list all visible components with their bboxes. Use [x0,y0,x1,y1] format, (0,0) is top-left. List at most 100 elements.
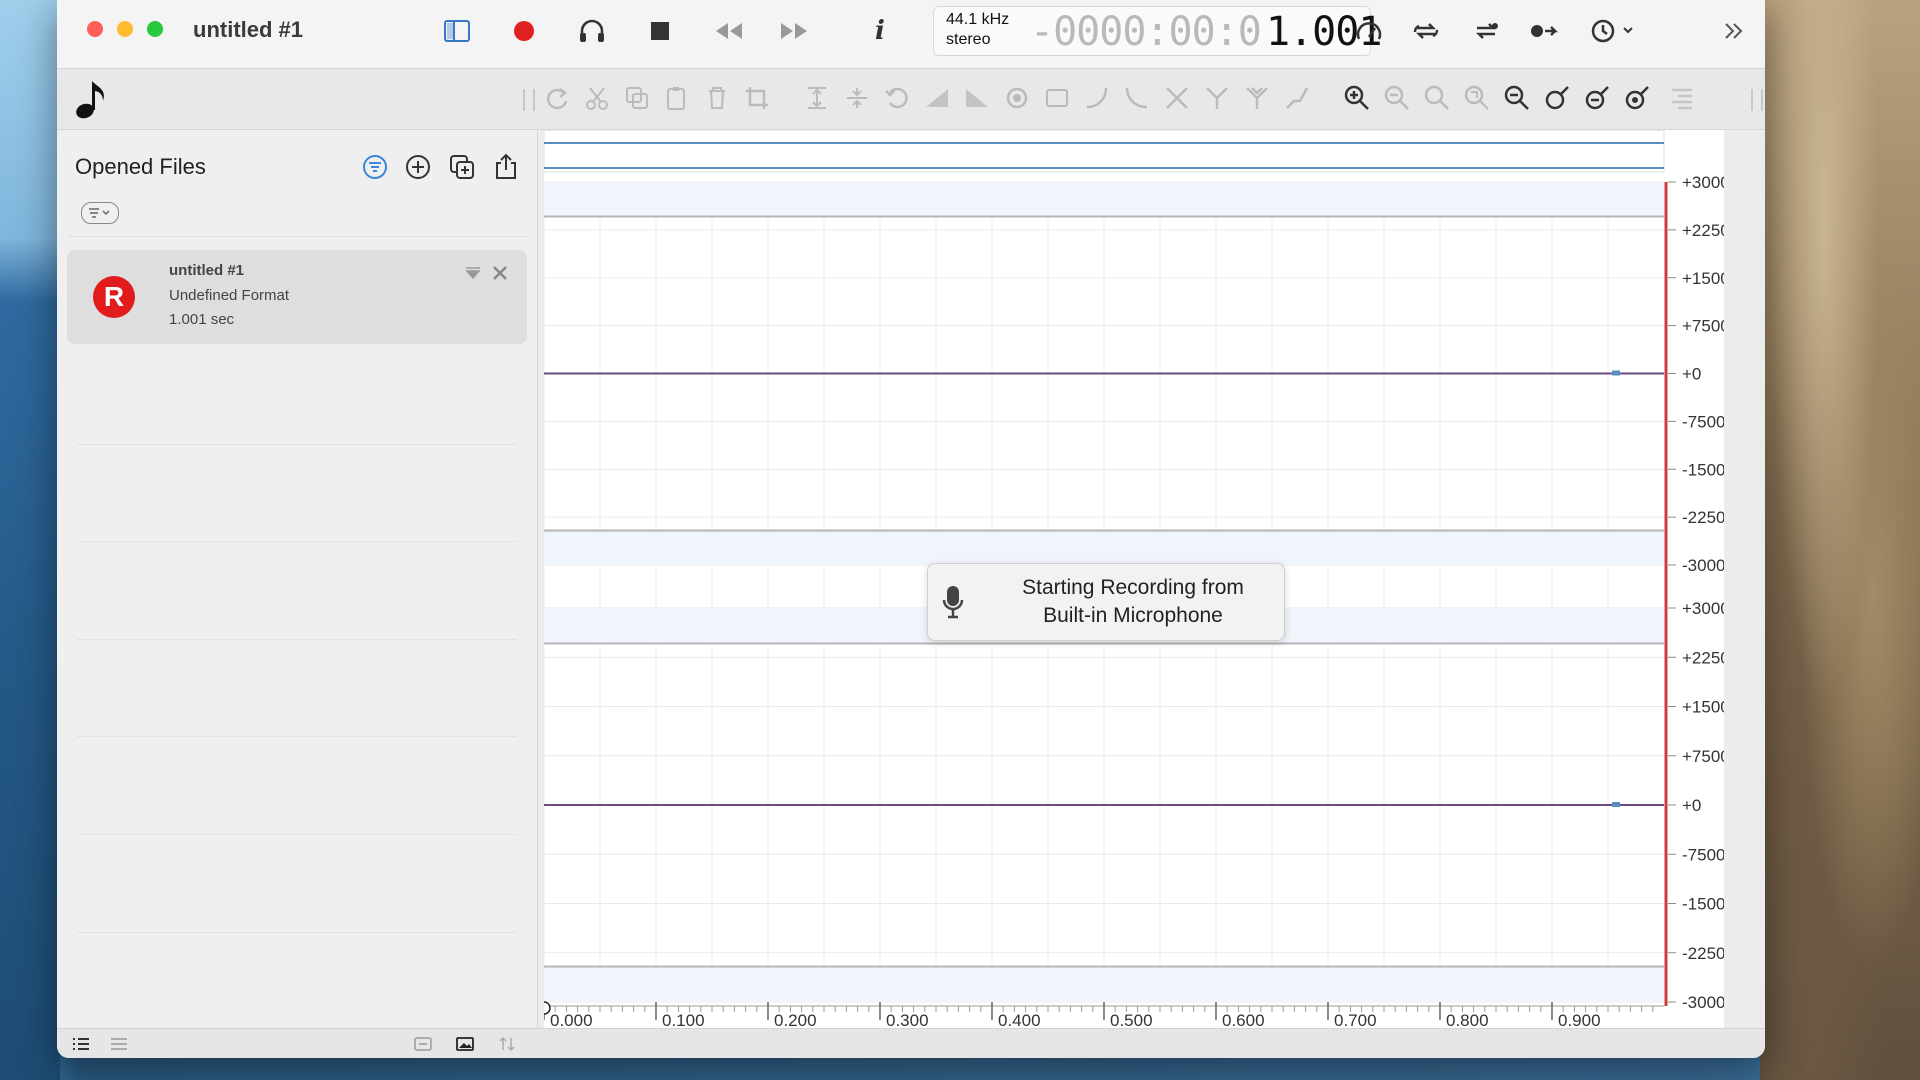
image-view-button[interactable] [455,1035,475,1053]
zoom-in-button[interactable] [1342,83,1372,113]
transport-display: 44.1 kHz stereo -0000:00:0 1.001 [933,6,1382,56]
app-logo [73,77,113,121]
marker-button[interactable] [1542,83,1572,113]
compact-view-icon [111,1038,127,1050]
y-tick-label: -7500 [1682,845,1724,864]
sample-rate-label: 44.1 kHz [946,11,1010,28]
repeat-icon [1475,23,1498,39]
toolbar-grip-right [1751,89,1763,111]
swap-channels-icon [1166,87,1188,109]
insert-silence-button[interactable] [1042,83,1072,113]
channel-clip-band-bottom [544,530,1664,565]
go-to-end-button[interactable] [1527,14,1561,48]
waveform-editor[interactable]: +30000 +22500 +15000 +7500 +0 -7500 -15000 -225… [537,129,1739,1030]
trim-button[interactable] [802,83,832,113]
merge-button[interactable] [1242,83,1272,113]
fade-out-icon [966,89,988,107]
rewind-button[interactable] [712,14,746,48]
info-button[interactable]: i [863,14,897,48]
list-separator [77,932,517,933]
sort-filter-pill[interactable] [81,202,119,224]
zoom-in-icon [1344,85,1369,110]
share-icon [496,153,516,179]
history-button[interactable] [1587,14,1641,48]
collapse-file-button[interactable] [464,264,482,282]
paste-button[interactable] [662,83,692,113]
curve-button[interactable] [1082,83,1112,113]
delete-button[interactable] [702,83,732,113]
swap-channels-button[interactable] [1162,83,1192,113]
reverse-button[interactable] [882,83,912,113]
sort-arrows-icon [499,1036,515,1052]
insert-silence-icon [1046,89,1068,107]
waveform-blip [1612,802,1620,807]
speed-icon [1356,22,1382,40]
repeat-button[interactable] [1469,14,1503,48]
close-file-button[interactable] [491,264,509,282]
zoom-all-button[interactable] [1502,83,1532,113]
levels-button[interactable] [1667,83,1697,113]
x-tick-label: 0.400 [998,1011,1041,1028]
y-tick-label: +7500 [1682,747,1724,766]
minimize-window-button[interactable] [117,21,133,37]
record-button[interactable] [507,14,541,48]
expand-toolbar-button[interactable] [1717,14,1751,48]
sidebar-toggle-button[interactable] [440,14,474,48]
filter-button[interactable] [360,152,390,182]
normalize-button[interactable] [1002,83,1032,113]
x-tick-label: 0.000 [550,1011,593,1028]
y-tick-label: -22500 [1682,944,1724,963]
levels-icon [1672,88,1692,110]
x-tick-label: 0.600 [1222,1011,1265,1028]
zoom-fit-icon [1464,85,1489,110]
undo-button[interactable] [542,83,572,113]
trim-icon [808,87,826,109]
curve-alt-button[interactable] [1122,83,1152,113]
channel-clip-band-bottom [544,966,1664,1002]
close-icon [493,266,507,280]
curve-icon [1086,87,1108,109]
zoom-out-button[interactable] [1382,83,1412,113]
recording-notification: Starting Recording from Built-in Microph… [927,563,1285,641]
zoom-window-button[interactable] [147,21,163,37]
monitor-button[interactable] [575,14,609,48]
fit-view-button[interactable] [413,1035,433,1053]
list-view-button[interactable] [71,1035,91,1053]
notification-line-2: Built-in Microphone [1043,604,1223,627]
info-icon: i [875,16,885,46]
list-view-icon [73,1038,89,1050]
marker-link-button[interactable] [1622,83,1652,113]
overview-strip[interactable] [543,129,1665,173]
ramp-button[interactable] [1282,83,1312,113]
split-button[interactable] [842,83,872,113]
sort-order-button[interactable] [497,1035,517,1053]
marker-add-button[interactable] [1582,83,1612,113]
share-button[interactable] [491,152,521,182]
loop-button[interactable] [1409,14,1443,48]
copy-button[interactable] [622,83,652,113]
crop-button[interactable] [742,83,772,113]
compact-view-button[interactable] [109,1035,129,1053]
y-tick-label: +0 [1682,796,1701,815]
add-file-button[interactable] [403,152,433,182]
normalize-icon [1006,87,1028,109]
paste-icon [667,87,685,110]
zoom-fit-button[interactable] [1462,83,1492,113]
zoom-selection-button[interactable] [1422,83,1452,113]
speed-button[interactable] [1352,14,1386,48]
x-tick-label: 0.300 [886,1011,929,1028]
stop-button[interactable] [643,14,677,48]
fade-in-button[interactable] [922,83,952,113]
file-list-item[interactable]: R untitled #1 Undefined Format 1.001 sec [67,250,527,344]
edit-toolbar [57,69,1765,130]
mix-button[interactable] [1202,83,1232,113]
x-tick-label: 0.900 [1558,1011,1601,1028]
amplitude-axis: +30000 +22500 +15000 +7500 +0 -7500 -15000 -225… [1668,173,1739,1012]
status-bar [57,1028,1765,1058]
duplicate-file-button[interactable] [447,152,477,182]
close-window-button[interactable] [87,21,103,37]
cut-button[interactable] [582,83,612,113]
y-tick-label: -30000 [1682,993,1724,1012]
fast-forward-button[interactable] [777,14,811,48]
fade-out-button[interactable] [962,83,992,113]
